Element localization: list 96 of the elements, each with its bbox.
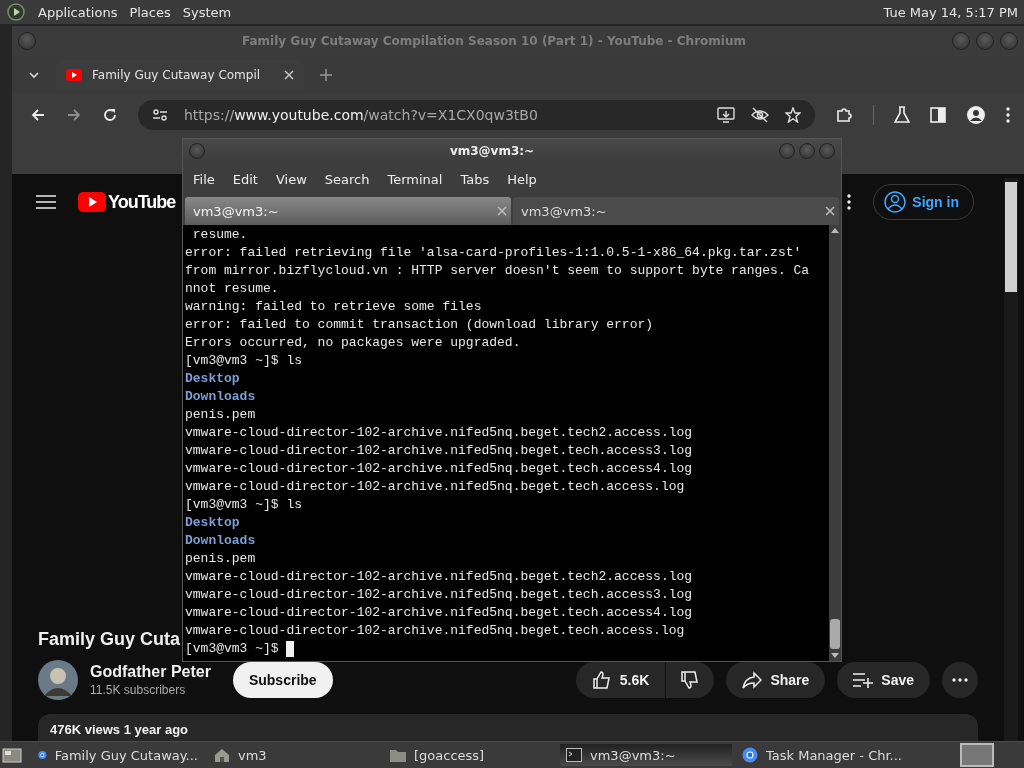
terminal-line: from mirror.bizflycloud.vn : HTTP server doesn't seem to support byte ranges. Ca [185,262,810,280]
profile-icon[interactable] [966,105,987,125]
show-desktop-icon[interactable] [2,746,22,764]
reload-icon[interactable] [101,107,118,123]
terminal-line: warning: failed to retrieve some files [185,298,482,316]
workspace-switcher[interactable] [960,743,994,767]
subscriber-count: 11.5K subscribers [90,683,187,697]
menu-icon[interactable] [36,194,56,210]
star-icon[interactable] [785,107,802,123]
user-circle-icon [884,191,907,213]
plus-icon[interactable] [320,69,332,81]
play-logo-icon [66,69,82,81]
back-arrow-icon[interactable] [30,107,46,123]
like-button[interactable]: 5.6K [575,662,666,698]
menu-item[interactable]: File [193,171,215,187]
terminal-line: vmware-cloud-director-102-archive.nifed5nq.beget.tech.access4.log [185,460,693,478]
terminal-line: vmware-cloud-director-102-archive.nifed5nq.beget.tech.access3.log [185,442,693,460]
menu-item[interactable]: Terminal [387,171,443,187]
scroll-thumb[interactable] [830,619,840,649]
scroll-thumb[interactable] [1005,182,1017,292]
menu-item[interactable]: Search [324,171,370,187]
terminal-line: penis.pem [185,406,256,424]
menu-item[interactable]: Help [507,171,537,187]
terminal-line: error: failed to commit transaction (download library error) [185,316,654,334]
playlist-add-icon [853,672,874,688]
taskbar-item[interactable]: vm3 [208,744,380,766]
play-logo-icon [78,192,106,212]
more-horizontal-icon [952,678,968,682]
share-button[interactable]: Share [726,662,826,698]
terminal-line: nnot resume. [185,280,279,298]
scroll-down-icon[interactable] [831,653,839,659]
directory-name: Downloads [185,532,256,550]
menu-item[interactable]: Edit [232,171,258,187]
avatar[interactable] [38,660,78,700]
logo-text[interactable]: YouTube [108,191,176,213]
flask-icon[interactable] [894,106,911,124]
close-icon[interactable] [825,206,835,216]
terminal-line: vmware-cloud-director-102-archive.nifed5nq.beget.tech.access.log [185,622,685,640]
terminal-line: [vm3@vm3 ~]$ [185,640,280,658]
menu-item[interactable]: Tabs [460,171,490,187]
terminal-tab[interactable]: vm3@vm3:~ [513,197,839,225]
taskbar-item[interactable]: Task Manager - Chr... [736,744,908,766]
subscribe-button[interactable]: Subscribe [232,662,333,698]
puzzle-icon[interactable] [835,106,854,124]
terminal-line: vmware-cloud-director-102-archive.nifed5nq.beget.tech.access.log [185,478,685,496]
folder-icon [390,748,406,762]
window-title: vm3@vm3:~ [448,144,536,158]
menu-item[interactable]: View [275,171,307,187]
terminal-line: vmware-cloud-director-102-archive.nifed5nq.beget.tech2.access.log [185,568,693,586]
terminal-icon [566,748,582,762]
panel-menu[interactable]: System [182,2,232,22]
chevron-down-icon[interactable] [28,69,40,81]
terminal-line: error: failed retrieving file 'alsa-card-profiles-1:1.0.5-1-x86_64.pkg.tar.zst' [185,244,802,262]
directory-name: Desktop [185,370,240,388]
eye-slash-icon[interactable] [751,107,770,123]
url-text: https://www.youtube.com/watch?v=X1CX0qw3tB0 [183,107,538,123]
taskbar-item[interactable]: Family Guy Cutaway... [32,744,204,766]
channel-name[interactable]: Godfather Peter [90,663,211,681]
sidebar-icon[interactable] [930,107,947,123]
dislike-button[interactable] [666,662,715,698]
house-icon [214,747,230,763]
terminal-line: [vm3@vm3 ~]$ ls [185,352,303,370]
share-arrow-icon [742,671,763,689]
sliders-icon[interactable] [151,108,168,122]
view-count: 476K views 1 year ago [50,722,189,737]
thumbs-up-icon [591,670,612,690]
menu-icon[interactable] [1006,107,1011,123]
save-button[interactable]: Save [837,662,930,698]
terminal-line: vmware-cloud-director-102-archive.nifed5nq.beget.tech2.access.log [185,424,693,442]
window-title: Family Guy Cutaway Compilation Season 10 (Part 1) - YouTube - Chromium [241,34,747,48]
terminal-tab[interactable]: vm3@vm3:~ [185,197,511,225]
directory-name: Downloads [185,388,256,406]
terminal-line: vmware-cloud-director-102-archive.nifed5nq.beget.tech.access3.log [185,586,693,604]
close-icon[interactable] [284,70,294,80]
address-bar[interactable]: https://www.youtube.com/watch?v=X1CX0qw3tB0 [137,100,816,130]
video-title: Family Guy Cuta [38,629,181,650]
panel-menu[interactable]: Applications [38,2,118,22]
monitor-download-icon[interactable] [717,107,736,123]
scrollbar[interactable] [829,225,841,661]
terminal-line: penis.pem [185,550,256,568]
thumbs-down-icon [680,670,701,690]
directory-name: Desktop [185,514,240,532]
taskbar-item[interactable]: [goaccess] [384,744,556,766]
browser-icon [742,747,758,763]
terminal-line: resume. [191,226,248,244]
scroll-up-icon[interactable] [831,227,839,233]
description-box[interactable]: 476K views 1 year ago [38,714,978,741]
scrollbar[interactable] [1004,178,1018,741]
more-button[interactable] [942,662,978,698]
terminal-line: [vm3@vm3 ~]$ ls [185,496,303,514]
terminal-line: vmware-cloud-director-102-archive.nifed5nq.beget.tech.access4.log [185,604,693,622]
clock[interactable]: Tue May 14, 5:17 PM [883,4,1018,20]
terminal-line: Errors occurred, no packages were upgraded. [185,334,521,352]
taskbar-item[interactable]: vm3@vm3:~ [560,744,732,766]
more-icon[interactable] [847,194,852,210]
panel-menu[interactable]: Places [129,2,171,22]
